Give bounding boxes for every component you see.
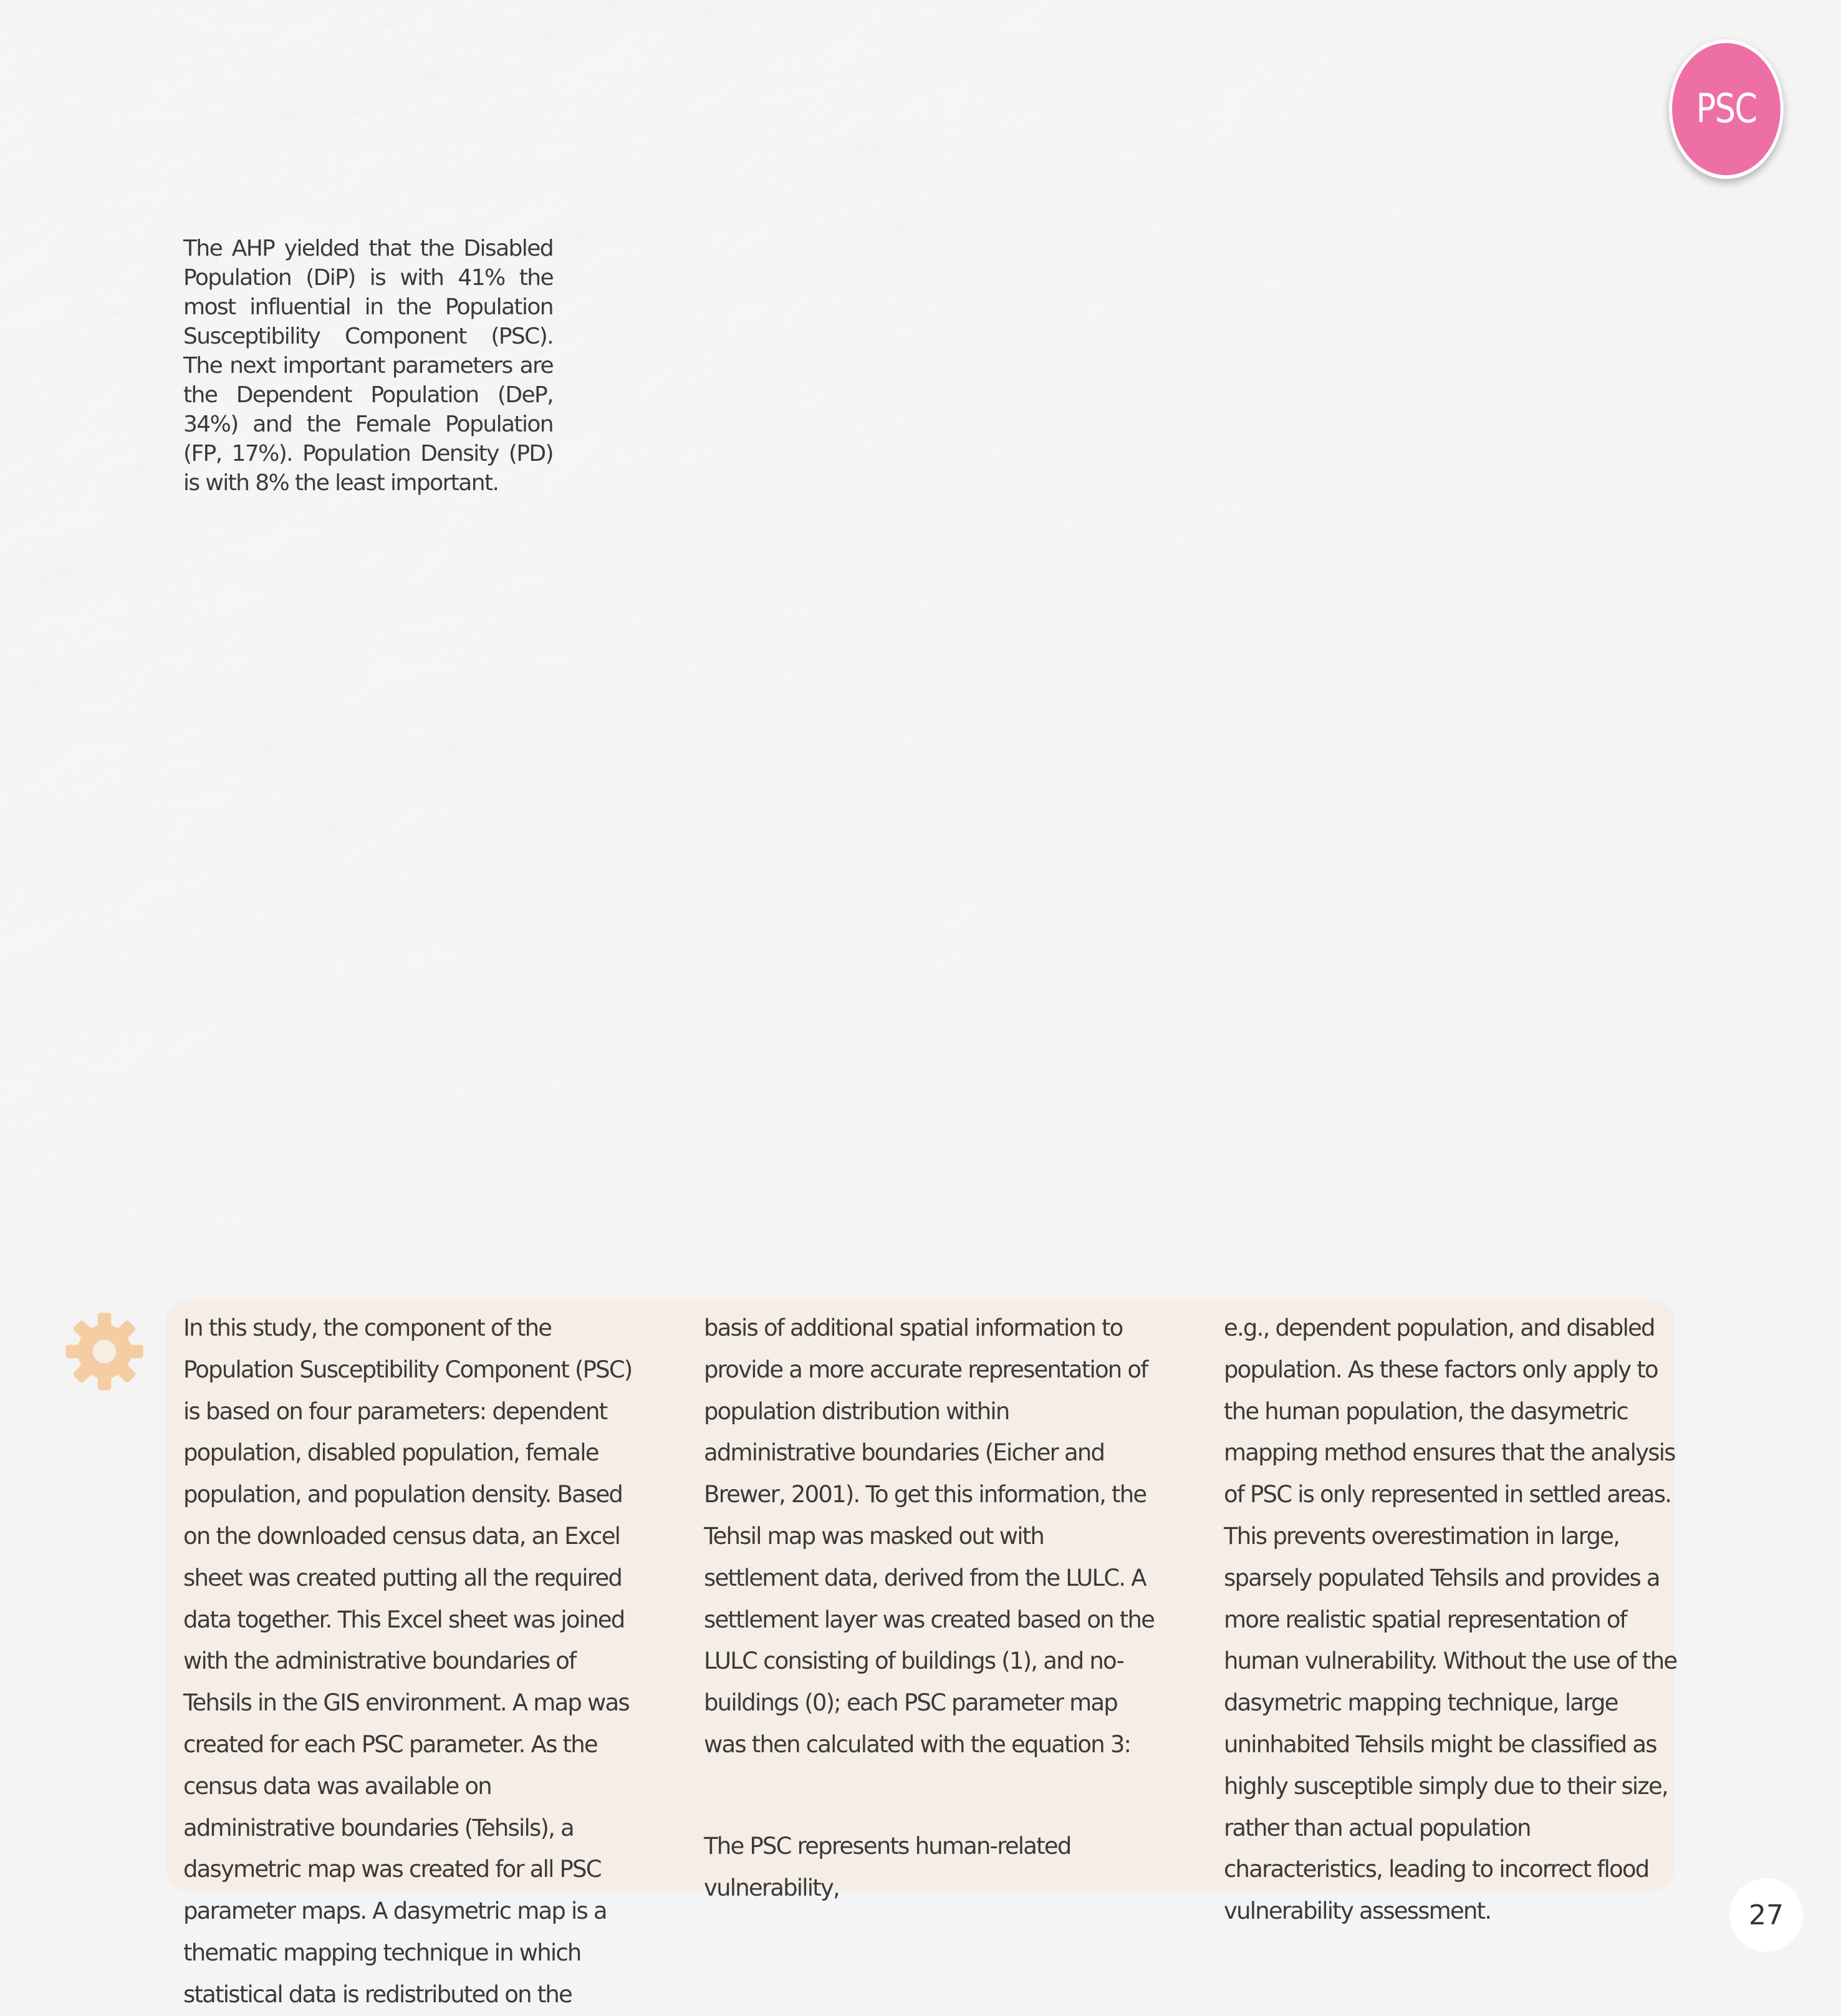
body-column-2-continuation: The PSC represents human-related vulnera… <box>704 1833 1072 1901</box>
psc-badge-label: PSC <box>1696 86 1757 132</box>
psc-badge: PSC <box>1669 39 1784 179</box>
intro-paragraph: The AHP yielded that the Disabled Popula… <box>183 236 554 496</box>
body-column-3: e.g., dependent population, and disabled… <box>1224 1314 1678 1925</box>
page-number: 27 <box>1729 1878 1803 1952</box>
page-number-label: 27 <box>1749 1899 1784 1931</box>
gear-icon <box>65 1313 143 1391</box>
body-column-1: In this study, the component of the Popu… <box>183 1314 633 2008</box>
body-column-2: basis of additional spatial information … <box>704 1314 1155 1758</box>
